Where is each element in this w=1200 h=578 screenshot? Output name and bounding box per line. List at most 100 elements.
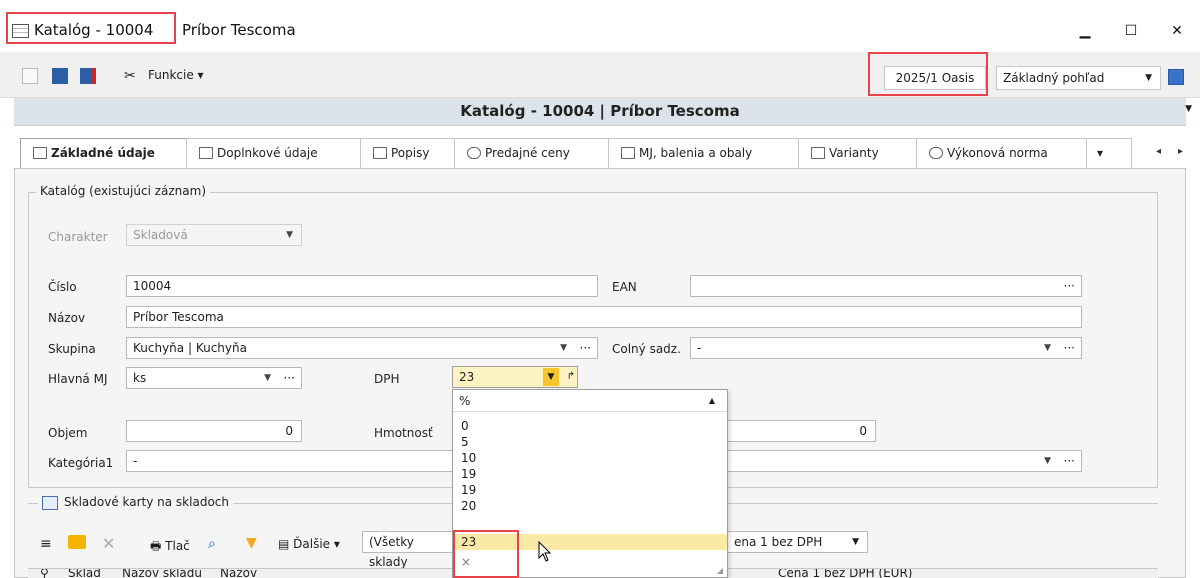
period-field[interactable]: 2025/1 Oasis: [884, 66, 986, 90]
print-button[interactable]: 🖶 Tlač: [150, 537, 190, 558]
resize-grip-icon[interactable]: ◢: [717, 566, 723, 575]
delete-icon[interactable]: ✕: [102, 534, 115, 553]
form-icon: [199, 147, 213, 159]
sort-asc-icon: ▲: [708, 396, 715, 405]
funkcie-label: Funkcie: [148, 68, 194, 82]
chevron-down-icon[interactable]: ▼: [560, 338, 567, 358]
dph-option[interactable]: 19: [453, 482, 727, 498]
binoculars-icon[interactable]: ⌕: [208, 536, 216, 552]
tab-vykonova-norma[interactable]: Výkonová norma: [916, 138, 1088, 168]
cislo-field[interactable]: 10004: [126, 275, 598, 297]
ellipsis-icon[interactable]: ···: [284, 368, 295, 388]
colny-field[interactable]: - ▼ ···: [690, 337, 1082, 359]
chevron-down-icon[interactable]: ▼: [1044, 338, 1051, 358]
dph-option-selected[interactable]: 23: [453, 534, 727, 550]
tab-more[interactable]: ▾: [1086, 138, 1132, 168]
chevron-down-icon[interactable]: ▼: [543, 368, 559, 386]
close-button[interactable]: ✕: [1164, 18, 1190, 44]
dropdown-column-label: %: [459, 394, 471, 408]
col-nazov-skladu[interactable]: Názov skladu: [122, 569, 202, 578]
maximize-button[interactable]: ☐: [1118, 18, 1144, 44]
tab-doplnkove-udaje[interactable]: Doplnkové údaje: [186, 138, 362, 168]
ellipsis-icon[interactable]: ···: [580, 338, 591, 358]
tab-mj-balenia[interactable]: MJ, balenia a obaly: [608, 138, 800, 168]
skupina-value: Kuchyňa | Kuchyňa: [133, 341, 247, 355]
filter-icon[interactable]: ▼: [246, 535, 257, 551]
colny-value: -: [697, 341, 702, 355]
dph-option[interactable]: 20: [453, 498, 727, 514]
toolbar: ✂ Funkcie ▾ 2025/1 Oasis Základný pohľad…: [0, 52, 1200, 98]
dph-label: DPH: [374, 372, 400, 386]
dph-option[interactable]: 5: [453, 434, 727, 450]
view-select[interactable]: Základný pohľad ▼: [996, 66, 1161, 90]
warehouse-filter[interactable]: (Všetky sklady: [362, 531, 454, 569]
chevron-down-icon[interactable]: ▼: [1044, 451, 1051, 471]
hmotnost-field[interactable]: 0: [728, 420, 876, 442]
chevron-down-icon: ▼: [286, 230, 293, 240]
dph-option[interactable]: 0: [453, 418, 727, 434]
chevron-down-icon: ▼: [1145, 73, 1152, 83]
clear-icon[interactable]: ×: [453, 554, 727, 570]
record-header: Katalóg - 10004 | Príbor Tescoma ▼: [14, 98, 1192, 126]
kategoria-label: Kategória1: [48, 456, 114, 470]
skupina-field[interactable]: Kuchyňa | Kuchyňa ▼ ···: [126, 337, 598, 359]
tab-varianty[interactable]: Varianty: [798, 138, 918, 168]
save-view-icon[interactable]: [1168, 69, 1184, 85]
tab-label: Varianty: [829, 146, 879, 160]
objem-field[interactable]: 0: [126, 420, 302, 442]
hlavna-mj-value: ks: [133, 371, 147, 385]
folder-open-icon[interactable]: [68, 535, 86, 549]
colny-label: Colný sadz.: [612, 342, 681, 356]
menu-icon[interactable]: ≡: [40, 536, 52, 552]
chevron-down-icon[interactable]: ▼: [1185, 104, 1192, 114]
tab-label: Výkonová norma: [947, 146, 1048, 160]
objem-label: Objem: [48, 426, 88, 440]
price-column-value: ena 1 bez DPH: [734, 535, 823, 549]
title-bar: Katalóg - 10004 Príbor Tescoma ▁ ☐ ✕: [0, 0, 1200, 52]
sklad-group-label: Skladové karty na skladoch: [64, 495, 229, 509]
hlavna-mj-label: Hlavná MJ: [48, 372, 108, 386]
text-icon: [373, 147, 387, 159]
save-close-icon[interactable]: [80, 68, 96, 84]
col-nazov[interactable]: Názov: [220, 569, 257, 578]
external-link-icon[interactable]: ↱: [567, 367, 575, 387]
dph-option[interactable]: 10: [453, 450, 727, 466]
new-record-icon[interactable]: [22, 68, 38, 84]
tab-label: MJ, balenia a obaly: [639, 146, 753, 160]
tab-label: Popisy: [391, 146, 430, 160]
col-cena[interactable]: Cena 1 bez DPH (EUR): [778, 569, 912, 578]
dalsie-menu[interactable]: ▤ Ďalšie ▾: [278, 537, 340, 551]
grid-icon: [33, 147, 47, 159]
tab-zakladne-udaje[interactable]: Základné údaje: [20, 138, 188, 168]
dropdown-header[interactable]: % ▲: [453, 390, 727, 412]
tab-label: Základné údaje: [51, 146, 155, 160]
kategoria-value: -: [133, 454, 138, 468]
pin-icon: ⚲: [40, 568, 49, 578]
price-tag-icon: [467, 147, 481, 159]
ean-field[interactable]: ···: [690, 275, 1082, 297]
tab-popisy[interactable]: Popisy: [360, 138, 456, 168]
tab-scroll-left-icon[interactable]: ◂: [1156, 146, 1161, 157]
tab-scroll-right-icon[interactable]: ▸: [1178, 146, 1183, 157]
tab-predajne-ceny[interactable]: Predajné ceny: [454, 138, 610, 168]
view-select-value: Základný pohľad: [1003, 71, 1105, 85]
nazov-field[interactable]: Príbor Tescoma: [126, 306, 1082, 328]
print-label: Tlač: [165, 539, 190, 553]
dph-option[interactable]: 19: [453, 466, 727, 482]
charakter-value: Skladová: [133, 228, 188, 242]
ellipsis-icon[interactable]: ···: [1064, 451, 1075, 471]
price-column-select[interactable]: ena 1 bez DPH ▼: [728, 531, 868, 553]
save-icon[interactable]: [52, 68, 68, 84]
mouse-cursor-icon: [538, 541, 552, 562]
window-subtitle: Príbor Tescoma: [182, 21, 296, 39]
ellipsis-icon[interactable]: ···: [1064, 276, 1075, 296]
funkcie-menu[interactable]: Funkcie ▾: [148, 68, 204, 82]
dph-select[interactable]: 23 ▼ ↱: [452, 366, 578, 388]
minimize-button[interactable]: ▁: [1072, 18, 1098, 44]
hlavna-mj-field[interactable]: ks ▼ ···: [126, 367, 302, 389]
ellipsis-icon[interactable]: ···: [1064, 338, 1075, 358]
dph-value: 23: [459, 370, 475, 384]
col-sklad[interactable]: Sklad: [68, 569, 101, 578]
chevron-down-icon[interactable]: ▼: [264, 368, 271, 388]
catalog-icon: [12, 24, 29, 38]
